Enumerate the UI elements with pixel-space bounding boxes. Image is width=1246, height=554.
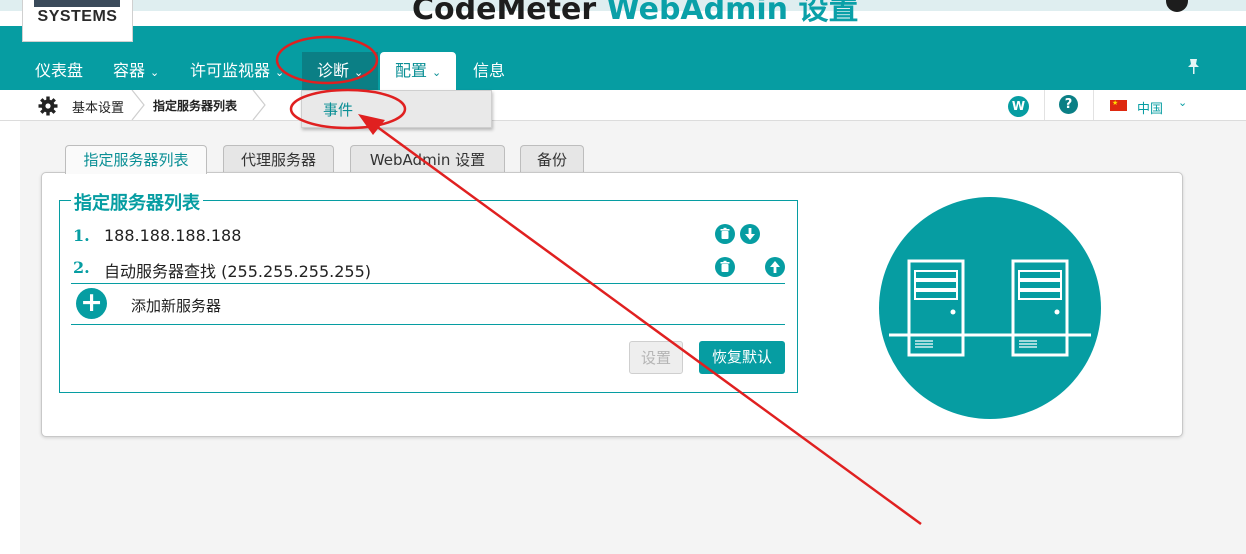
tab-server-list[interactable]: 指定服务器列表 — [65, 145, 207, 174]
divider — [1093, 90, 1094, 120]
main-navbar — [0, 26, 1246, 90]
restore-defaults-button[interactable]: 恢复默认 — [699, 341, 785, 374]
gear-icon — [38, 96, 58, 120]
move-up-icon[interactable] — [765, 257, 785, 277]
tab-proxy-server[interactable]: 代理服务器 — [223, 145, 334, 173]
logo-text: SYSTEMS — [37, 8, 118, 25]
chevron-down-icon: ⌄ — [275, 66, 285, 79]
tab-backup[interactable]: 备份 — [520, 145, 584, 173]
breadcrumb-basic-settings[interactable]: 基本设置 — [72, 97, 124, 116]
dropdown-item-events[interactable]: 事件 — [323, 99, 353, 120]
chevron-down-icon: ⌄ — [354, 66, 364, 79]
server-address: 自动服务器查找 (255.255.255.255) — [104, 262, 371, 281]
webadmin-icon[interactable]: W — [1008, 96, 1029, 117]
diagnostics-dropdown: 事件 — [301, 90, 492, 128]
delete-icon[interactable] — [715, 257, 735, 277]
chevron-down-icon: ⌄ — [432, 66, 442, 79]
chevron-down-icon[interactable]: ⌄ — [1178, 96, 1187, 109]
logo[interactable]: SYSTEMS — [22, 0, 133, 42]
server-list-legend: 指定服务器列表 — [71, 189, 203, 215]
delete-icon[interactable] — [715, 224, 735, 244]
chevron-down-icon: ⌄ — [150, 66, 160, 79]
china-flag-icon: ★ — [1110, 100, 1127, 111]
row-number: 2. — [73, 258, 90, 277]
logo-mark — [34, 0, 120, 7]
network-servers-illustration — [879, 197, 1101, 419]
settings-button[interactable]: 设置 — [629, 341, 683, 374]
add-server-button[interactable]: + — [76, 288, 107, 319]
nav-configuration[interactable]: 配置 ⌄ — [380, 52, 457, 90]
breadcrumb-separator-icon — [252, 90, 266, 120]
nav-info[interactable]: 信息 — [473, 52, 505, 90]
nav-diagnostics[interactable]: 诊断 ⌄ — [302, 52, 379, 90]
nav-containers[interactable]: 容器 ⌄ — [113, 52, 159, 90]
breadcrumb-separator-icon — [131, 90, 145, 120]
row-number: 1. — [73, 226, 90, 245]
pin-icon[interactable] — [1186, 58, 1201, 79]
language-selector[interactable]: 中国 — [1137, 98, 1163, 117]
help-icon[interactable]: ? — [1059, 95, 1078, 114]
nav-dashboard[interactable]: 仪表盘 — [35, 52, 83, 90]
server-address: 188.188.188.188 — [104, 226, 242, 245]
tab-webadmin-settings[interactable]: WebAdmin 设置 — [350, 145, 505, 173]
page-title: CodeMeter WebAdmin 设置 — [412, 0, 859, 27]
move-down-icon[interactable] — [740, 224, 760, 244]
divider — [71, 283, 785, 284]
add-server-label[interactable]: 添加新服务器 — [131, 295, 221, 316]
divider — [71, 324, 785, 325]
nav-license-monitor[interactable]: 许可监视器 ⌄ — [190, 52, 284, 90]
breadcrumb-server-list[interactable]: 指定服务器列表 — [153, 97, 237, 114]
divider — [1044, 90, 1045, 120]
